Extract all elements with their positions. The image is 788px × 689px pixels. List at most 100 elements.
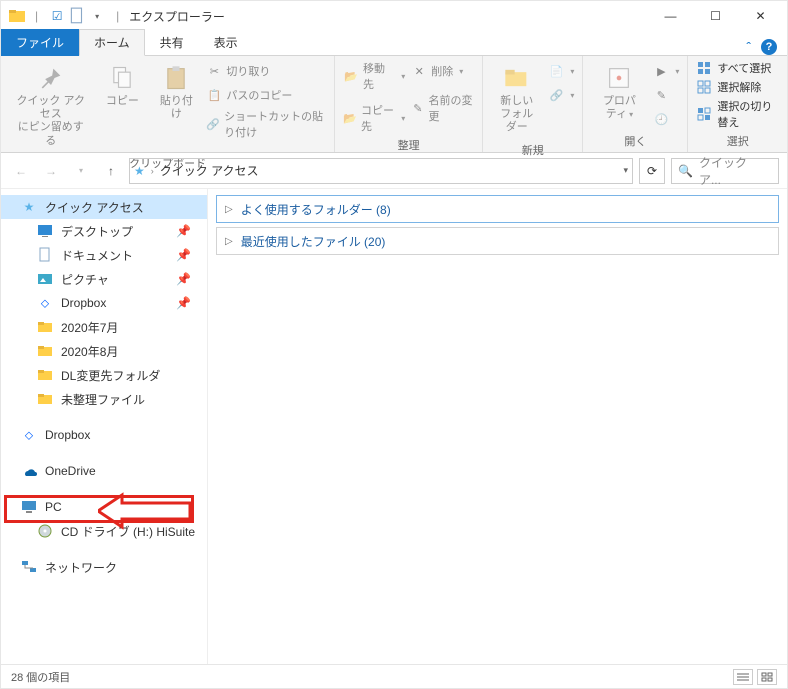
ribbon-group-organize: 📂 移動先▾ 📂 コピー先▾ ✕ 削除▾ ✎ 名前の変更 xyxy=(335,56,483,152)
chevron-right-icon: ▷ xyxy=(225,204,233,215)
new-item-icon: 📄 xyxy=(548,63,564,79)
open-icon: ▶ xyxy=(653,63,669,79)
nav-recent-button[interactable]: ▾ xyxy=(69,159,93,183)
refresh-icon: ⟳ xyxy=(647,164,657,178)
nav-up-button[interactable]: ↑ xyxy=(99,159,123,183)
close-button[interactable]: ✕ xyxy=(738,2,783,30)
title-separator-1: | xyxy=(35,9,38,23)
address-box[interactable]: ★ › クイック アクセス ▾ xyxy=(129,158,633,184)
help-icon[interactable]: ? xyxy=(761,39,777,55)
dropbox-icon: ⬦ xyxy=(37,295,53,311)
open-button[interactable]: ▶▾ xyxy=(653,60,679,82)
nav-dropbox[interactable]: ⬦ Dropbox xyxy=(1,423,207,447)
pictures-icon xyxy=(37,271,53,287)
nav-network[interactable]: ネットワーク xyxy=(1,555,207,579)
select-none-icon xyxy=(696,79,712,95)
navigation-pane[interactable]: ★ クイック アクセス デスクトップ📌 ドキュメント📌 ピクチャ📌 ⬦ Drop… xyxy=(1,189,208,664)
qat-checkbox-icon[interactable]: ☑ xyxy=(48,7,66,25)
easy-access-button[interactable]: 🔗▾ xyxy=(548,84,574,106)
properties-button[interactable]: プロパティ▾ xyxy=(591,60,647,125)
view-large-icons-button[interactable] xyxy=(757,669,777,685)
quick-access-star-icon: ★ xyxy=(21,199,37,215)
select-all-button[interactable]: すべて選択 xyxy=(717,60,779,76)
nav-onedrive[interactable]: OneDrive xyxy=(1,459,207,483)
copy-path-button[interactable]: 📋 パスのコピー xyxy=(206,84,326,106)
tab-share[interactable]: 共有 xyxy=(145,29,199,56)
nav-desktop[interactable]: デスクトップ📌 xyxy=(1,219,207,243)
qat-document-icon[interactable] xyxy=(68,7,86,25)
dropbox-icon: ⬦ xyxy=(21,427,37,443)
nav-cd-drive[interactable]: CD ドライブ (H:) HiSuite xyxy=(1,519,207,543)
group-header-frequent-folders[interactable]: ▷ よく使用するフォルダー (8) xyxy=(216,195,779,223)
network-icon xyxy=(21,559,37,575)
pc-icon xyxy=(21,499,37,515)
select-none-button[interactable]: 選択解除 xyxy=(717,79,779,95)
nav-folder-dl[interactable]: DL変更先フォルダ xyxy=(1,363,207,387)
nav-back-button[interactable]: ← xyxy=(9,159,33,183)
title-separator-2: | xyxy=(116,9,119,23)
app-folder-icon xyxy=(9,8,25,24)
address-bar: ← → ▾ ↑ ★ › クイック アクセス ▾ ⟳ 🔍 クイック ア... xyxy=(1,153,787,189)
edit-button[interactable]: ✎ xyxy=(653,84,679,106)
nav-folder-2020-07[interactable]: 2020年7月 xyxy=(1,315,207,339)
ribbon-tab-row: ファイル ホーム 共有 表示 ˆ ? xyxy=(1,31,787,55)
nav-folder-unsorted[interactable]: 未整理ファイル xyxy=(1,387,207,411)
search-icon: 🔍 xyxy=(678,164,693,178)
ribbon-group-clipboard: クイック アクセス にピン留めする コピー 貼り付け ✂ 切り取り 📋 パスのコ… xyxy=(1,56,335,152)
copy-icon xyxy=(108,64,136,92)
paste-button[interactable]: 貼り付け xyxy=(152,60,200,125)
address-dropdown-icon[interactable]: ▾ xyxy=(623,165,628,176)
refresh-button[interactable]: ⟳ xyxy=(639,158,665,184)
qat-dropdown-icon[interactable]: ▾ xyxy=(88,7,106,25)
paste-shortcut-button[interactable]: 🔗 ショートカットの貼り付け xyxy=(206,108,326,140)
ribbon-collapse-icon[interactable]: ˆ xyxy=(746,39,751,55)
rename-button[interactable]: ✎ 名前の変更 xyxy=(411,92,474,124)
content-pane[interactable]: ▷ よく使用するフォルダー (8) ▷ 最近使用したファイル (20) xyxy=(208,189,787,664)
delete-button[interactable]: ✕ 削除▾ xyxy=(411,60,474,82)
copy-to-button[interactable]: 📂 コピー先▾ xyxy=(343,102,405,134)
pin-to-quick-access-button[interactable]: クイック アクセス にピン留めする xyxy=(9,60,92,152)
search-box[interactable]: 🔍 クイック ア... xyxy=(671,158,779,184)
nav-quick-access[interactable]: ★ クイック アクセス xyxy=(1,195,207,219)
tab-file[interactable]: ファイル xyxy=(1,29,79,56)
new-folder-button[interactable]: 新しい フォルダー xyxy=(491,60,542,139)
scissors-icon: ✂ xyxy=(206,63,222,79)
easy-access-icon: 🔗 xyxy=(548,87,564,103)
nav-folder-2020-08[interactable]: 2020年8月 xyxy=(1,339,207,363)
move-to-button[interactable]: 📂 移動先▾ xyxy=(343,60,405,92)
onedrive-icon xyxy=(21,463,37,479)
history-icon: 🕘 xyxy=(653,111,669,127)
invert-selection-button[interactable]: 選択の切り替え xyxy=(717,98,779,130)
ribbon-group-new: 新しい フォルダー 📄▾ 🔗▾ 新規 xyxy=(483,56,583,152)
maximize-button[interactable]: ☐ xyxy=(693,2,738,30)
rename-icon: ✎ xyxy=(411,100,424,116)
nav-pc[interactable]: PC xyxy=(1,495,207,519)
pin-icon: 📌 xyxy=(176,224,191,238)
folder-icon xyxy=(37,343,53,359)
history-button[interactable]: 🕘 xyxy=(653,108,679,130)
shortcut-icon: 🔗 xyxy=(206,116,220,132)
status-item-count: 28 個の項目 xyxy=(11,669,70,685)
ribbon-group-select: すべて選択 選択解除 選択の切り替え 選択 xyxy=(688,56,787,152)
new-item-button[interactable]: 📄▾ xyxy=(548,60,574,82)
properties-icon xyxy=(605,64,633,92)
paste-icon xyxy=(162,64,190,92)
nav-pictures[interactable]: ピクチャ📌 xyxy=(1,267,207,291)
nav-dropbox-qa[interactable]: ⬦ Dropbox📌 xyxy=(1,291,207,315)
tab-home[interactable]: ホーム xyxy=(79,29,145,56)
copy-button[interactable]: コピー xyxy=(98,60,146,112)
pin-icon xyxy=(37,64,65,92)
nav-forward-button[interactable]: → xyxy=(39,159,63,183)
location-star-icon: ★ xyxy=(134,164,145,178)
tab-view[interactable]: 表示 xyxy=(199,29,253,56)
group-header-recent-files[interactable]: ▷ 最近使用したファイル (20) xyxy=(216,227,779,255)
view-details-button[interactable] xyxy=(733,669,753,685)
nav-documents[interactable]: ドキュメント📌 xyxy=(1,243,207,267)
copy-path-icon: 📋 xyxy=(206,87,222,103)
cut-button[interactable]: ✂ 切り取り xyxy=(206,60,326,82)
ribbon-group-open: プロパティ▾ ▶▾ ✎ 🕘 開く xyxy=(583,56,688,152)
minimize-button[interactable]: — xyxy=(648,2,693,30)
select-all-icon xyxy=(696,60,712,76)
explorer-body: ★ クイック アクセス デスクトップ📌 ドキュメント📌 ピクチャ📌 ⬦ Drop… xyxy=(1,189,787,664)
desktop-icon xyxy=(37,223,53,239)
